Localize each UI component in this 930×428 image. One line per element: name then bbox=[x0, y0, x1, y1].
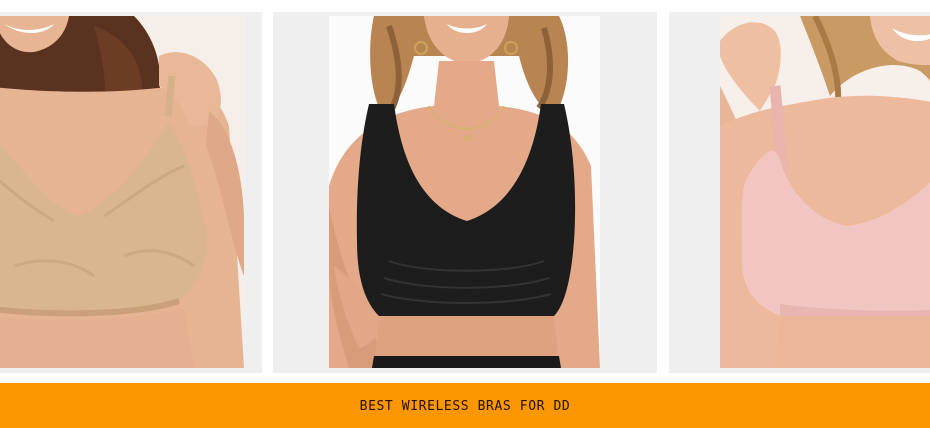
product-image-strip bbox=[0, 12, 930, 373]
product-image-1[interactable] bbox=[0, 16, 244, 368]
banner-title: BEST WIRELESS BRAS FOR DD bbox=[359, 398, 571, 414]
product-card-2[interactable] bbox=[273, 12, 657, 373]
page: BEST WIRELESS BRAS FOR DD bbox=[0, 0, 930, 428]
product-card-1[interactable] bbox=[0, 12, 262, 373]
black-bra-illustration bbox=[329, 16, 600, 368]
product-image-2[interactable] bbox=[329, 16, 600, 368]
pink-bra-illustration bbox=[720, 16, 930, 368]
beige-bra-illustration bbox=[0, 16, 244, 368]
product-image-3[interactable] bbox=[720, 16, 930, 368]
title-banner: BEST WIRELESS BRAS FOR DD bbox=[0, 383, 930, 428]
product-card-3[interactable] bbox=[669, 12, 930, 373]
